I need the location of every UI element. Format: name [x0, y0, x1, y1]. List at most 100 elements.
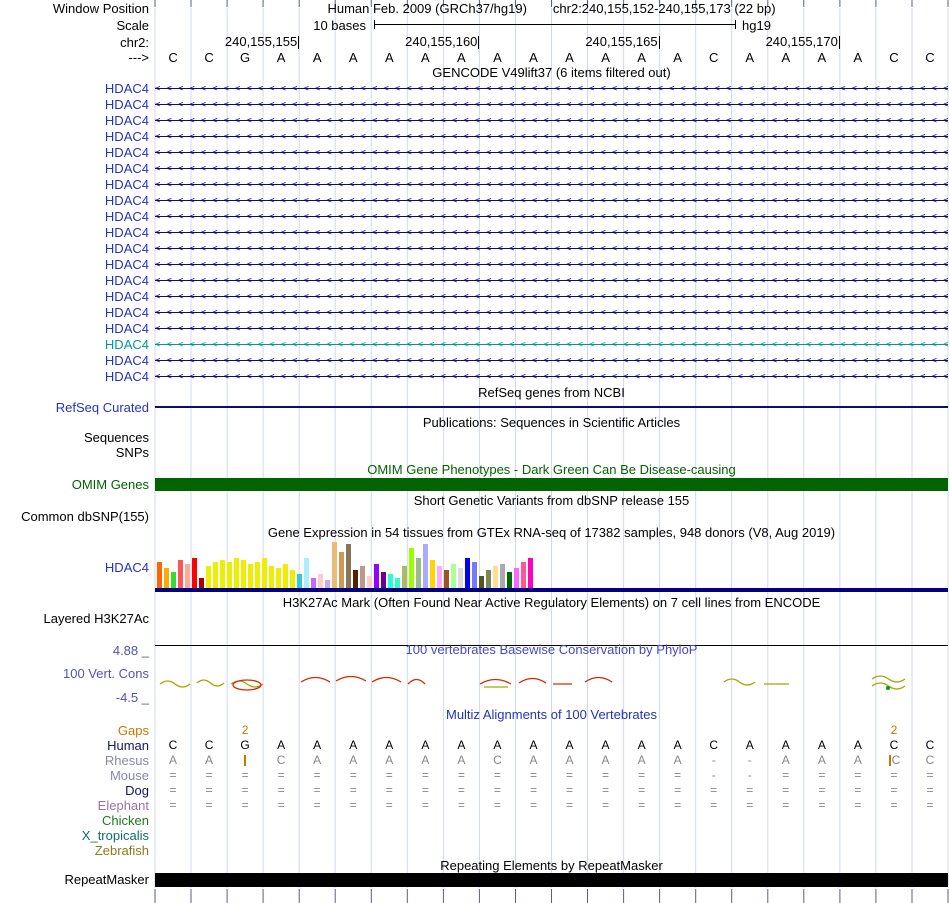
- gtex-tissue-bar[interactable]: [507, 572, 512, 588]
- gtex-tissue-bar[interactable]: [262, 558, 267, 588]
- gencode-transcript[interactable]: <<<<<<<<<<<<<<<<<<<<<<<<<<<<<<<<<<<<<<<<…: [155, 273, 948, 289]
- gtex-tissue-bar[interactable]: [171, 572, 176, 588]
- gtex-tissue-bar[interactable]: [346, 544, 351, 588]
- gtex-tissue-bar[interactable]: [465, 558, 470, 588]
- multiz-cell: =: [782, 798, 790, 812]
- multiz-cell: =: [818, 783, 826, 797]
- gencode-transcript[interactable]: <<<<<<<<<<<<<<<<<<<<<<<<<<<<<<<<<<<<<<<<…: [155, 225, 948, 241]
- gencode-gene-label: HDAC4: [104, 241, 149, 256]
- gtex-tissue-bar[interactable]: [185, 564, 190, 588]
- gtex-tissue-bar[interactable]: [409, 548, 414, 588]
- gtex-tissue-bar[interactable]: [437, 566, 442, 588]
- gtex-tissue-bar[interactable]: [521, 562, 526, 588]
- gtex-tissue-bar[interactable]: [318, 574, 323, 588]
- gtex-tissue-bar[interactable]: [227, 562, 232, 588]
- gtex-tissue-bar[interactable]: [297, 574, 302, 588]
- gtex-tissue-bar[interactable]: [339, 552, 344, 588]
- gtex-tissue-bar[interactable]: [213, 562, 218, 588]
- multiz-cell: A: [205, 753, 214, 767]
- base-letter: C: [889, 50, 899, 65]
- refseq-curated-item[interactable]: [155, 406, 948, 408]
- multiz-cell: =: [313, 798, 321, 812]
- omim-genes-item[interactable]: [155, 478, 948, 491]
- gtex-tissue-bar[interactable]: [360, 566, 365, 588]
- gtex-tissue-bar[interactable]: [332, 542, 337, 588]
- gtex-tissue-bar[interactable]: [199, 578, 204, 588]
- gtex-tissue-bar[interactable]: [255, 562, 260, 588]
- gtex-tissue-bar[interactable]: [241, 560, 246, 588]
- gtex-tissue-bar[interactable]: [374, 564, 379, 588]
- gtex-tissue-bar[interactable]: [269, 566, 274, 588]
- gtex-tissue-bar[interactable]: [451, 564, 456, 588]
- multiz-row-rhesus[interactable]: AACAAAAACAAAAA--AAACC: [155, 753, 948, 768]
- gtex-tissue-bar[interactable]: [472, 562, 477, 588]
- gtex-tissue-bar[interactable]: [528, 558, 533, 588]
- gencode-transcript[interactable]: <<<<<<<<<<<<<<<<<<<<<<<<<<<<<<<<<<<<<<<<…: [155, 129, 948, 145]
- gtex-tissue-bar[interactable]: [234, 558, 239, 588]
- gtex-tissue-bar[interactable]: [388, 574, 393, 588]
- gtex-tissue-bar[interactable]: [178, 560, 183, 588]
- gtex-tissue-bar[interactable]: [192, 558, 197, 588]
- gencode-transcript[interactable]: <<<<<<<<<<<<<<<<<<<<<<<<<<<<<<<<<<<<<<<<…: [155, 209, 948, 225]
- gencode-transcript[interactable]: <<<<<<<<<<<<<<<<<<<<<<<<<<<<<<<<<<<<<<<<…: [155, 241, 948, 257]
- multiz-cell: =: [710, 798, 718, 812]
- multiz-row-chicken[interactable]: [155, 813, 948, 828]
- gtex-tissue-bar[interactable]: [430, 560, 435, 588]
- gtex-tissue-bar[interactable]: [423, 544, 428, 588]
- gtex-tissue-bar[interactable]: [381, 572, 386, 588]
- gencode-transcript[interactable]: <<<<<<<<<<<<<<<<<<<<<<<<<<<<<<<<<<<<<<<<…: [155, 113, 948, 129]
- gencode-gene-label: HDAC4: [104, 337, 149, 352]
- gtex-tissue-bar[interactable]: [304, 558, 309, 588]
- gtex-tissue-bar[interactable]: [311, 578, 316, 588]
- h3k27ac-title: H3K27Ac Mark (Often Found Near Active Re…: [282, 595, 821, 610]
- gtex-tissue-bar[interactable]: [493, 566, 498, 588]
- gtex-tissue-bar[interactable]: [514, 568, 519, 588]
- gtex-tissue-bar[interactable]: [157, 562, 162, 588]
- gtex-tissue-bar[interactable]: [353, 570, 358, 588]
- gtex-tissue-bar[interactable]: [402, 566, 407, 588]
- gtex-tissue-bar[interactable]: [290, 570, 295, 588]
- repeatmasker-item[interactable]: [155, 873, 948, 887]
- multiz-row-human[interactable]: CCGAAAAAAAAAAAACAAAACC: [155, 738, 948, 753]
- gencode-transcript[interactable]: <<<<<<<<<<<<<<<<<<<<<<<<<<<<<<<<<<<<<<<<…: [155, 305, 948, 321]
- multiz-row-zebrafish[interactable]: [155, 843, 948, 858]
- gencode-transcript[interactable]: <<<<<<<<<<<<<<<<<<<<<<<<<<<<<<<<<<<<<<<<…: [155, 97, 948, 113]
- gtex-tissue-bar[interactable]: [325, 580, 330, 588]
- multiz-row-x_tropicalis[interactable]: [155, 828, 948, 843]
- gencode-transcript[interactable]: <<<<<<<<<<<<<<<<<<<<<<<<<<<<<<<<<<<<<<<<…: [155, 177, 948, 193]
- gencode-transcript[interactable]: <<<<<<<<<<<<<<<<<<<<<<<<<<<<<<<<<<<<<<<<…: [155, 193, 948, 209]
- gencode-transcript[interactable]: <<<<<<<<<<<<<<<<<<<<<<<<<<<<<<<<<<<<<<<<…: [155, 369, 948, 385]
- gencode-transcript[interactable]: <<<<<<<<<<<<<<<<<<<<<<<<<<<<<<<<<<<<<<<<…: [155, 161, 948, 177]
- gtex-tissue-bar[interactable]: [206, 566, 211, 588]
- gtex-tissue-bar[interactable]: [367, 576, 372, 588]
- gtex-tissue-bar[interactable]: [444, 570, 449, 588]
- gencode-transcript[interactable]: <<<<<<<<<<<<<<<<<<<<<<<<<<<<<<<<<<<<<<<<…: [155, 337, 948, 353]
- multiz-row-mouse[interactable]: = = = = = = = = = = = = = = = - - = = = = =: [155, 768, 948, 783]
- gtex-tissue-bar[interactable]: [164, 568, 169, 588]
- publications-title: Publications: Sequences in Scientific Ar…: [422, 415, 681, 430]
- insertion-bar: [888, 755, 891, 766]
- gencode-gene-label: HDAC4: [104, 97, 149, 112]
- gtex-tissue-bar[interactable]: [458, 568, 463, 588]
- gtex-tissue-bar[interactable]: [416, 558, 421, 588]
- gencode-transcript[interactable]: <<<<<<<<<<<<<<<<<<<<<<<<<<<<<<<<<<<<<<<<…: [155, 257, 948, 273]
- base-letter: A: [565, 50, 574, 65]
- gtex-tissue-bar[interactable]: [486, 570, 491, 588]
- gencode-transcript[interactable]: <<<<<<<<<<<<<<<<<<<<<<<<<<<<<<<<<<<<<<<<…: [155, 81, 948, 97]
- gtex-tissue-bar[interactable]: [479, 576, 484, 588]
- multiz-row-gaps[interactable]: 22: [155, 723, 948, 738]
- gencode-transcript[interactable]: <<<<<<<<<<<<<<<<<<<<<<<<<<<<<<<<<<<<<<<<…: [155, 145, 948, 161]
- multiz-row-elephant[interactable]: = = = = = = = = = = = = = = = = = = = = = =: [155, 798, 948, 813]
- gtex-bar-chart[interactable]: [155, 542, 948, 588]
- gtex-tissue-bar[interactable]: [395, 578, 400, 588]
- gtex-tissue-bar[interactable]: [276, 568, 281, 588]
- gencode-transcript[interactable]: <<<<<<<<<<<<<<<<<<<<<<<<<<<<<<<<<<<<<<<<…: [155, 353, 948, 369]
- gtex-tissue-bar[interactable]: [283, 564, 288, 588]
- gtex-tissue-bar[interactable]: [500, 564, 505, 588]
- gencode-transcript[interactable]: <<<<<<<<<<<<<<<<<<<<<<<<<<<<<<<<<<<<<<<<…: [155, 321, 948, 337]
- gtex-tissue-bar[interactable]: [220, 560, 225, 588]
- assembly-tag: hg19: [742, 18, 771, 33]
- multiz-row-dog[interactable]: = = = = = = = = = = = = = = = = = = = = = =: [155, 783, 948, 798]
- gtex-tissue-bar[interactable]: [248, 564, 253, 588]
- gencode-transcript[interactable]: <<<<<<<<<<<<<<<<<<<<<<<<<<<<<<<<<<<<<<<<…: [155, 289, 948, 305]
